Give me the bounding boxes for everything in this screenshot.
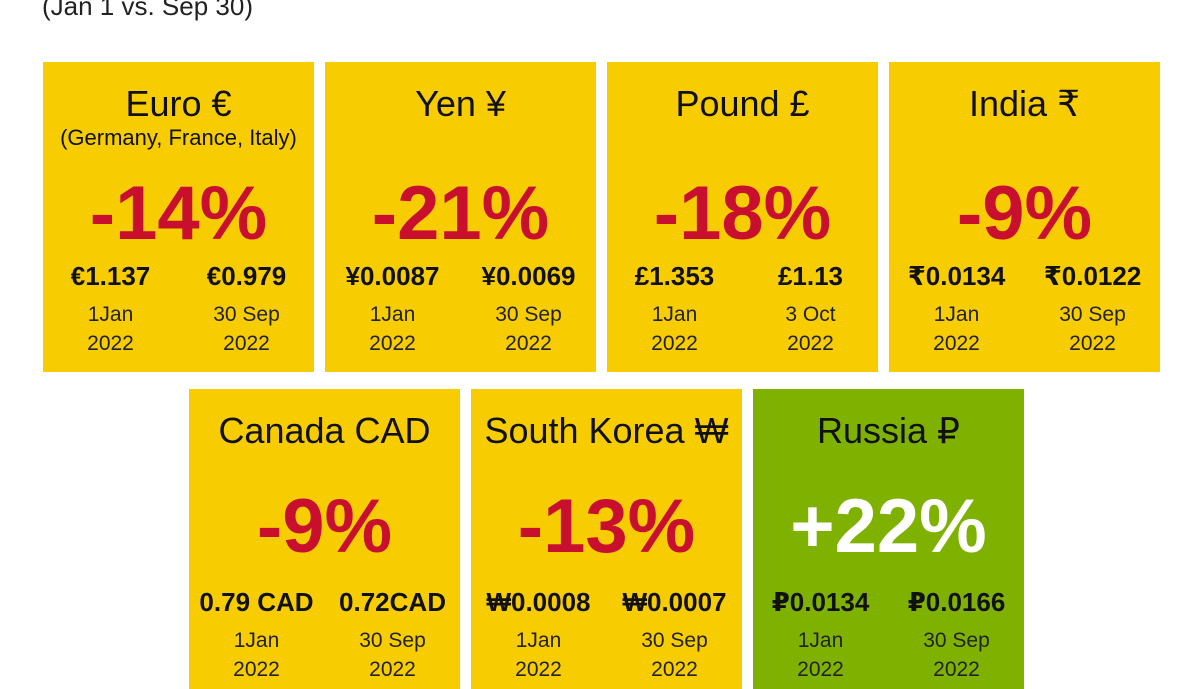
start-date: 1Jan 2022	[651, 303, 698, 355]
start-value: ₩0.0008	[486, 587, 591, 617]
currency-name: Pound £	[675, 83, 810, 124]
start-value: ¥0.0087	[345, 261, 440, 291]
currency-card-pound: Pound £ -18% £1.353 £1.13 1Jan 2022 3 Oct 2022	[607, 62, 878, 372]
change-percent: +22%	[790, 484, 987, 569]
change-percent: -18%	[653, 171, 832, 256]
start-value: €1.137	[70, 261, 151, 291]
change-percent: -9%	[256, 484, 393, 569]
end-date: 3 Oct 2022	[785, 303, 836, 355]
currency-name: South Korea ₩	[484, 410, 729, 451]
currency-card-yen: Yen ¥ -21% ¥0.0087 ¥0.0069 1Jan 2022 30 Sep 202…	[325, 62, 596, 372]
start-date: 1Jan 2022	[87, 303, 134, 355]
change-percent: -13%	[517, 484, 696, 569]
change-percent: -14%	[89, 171, 268, 256]
end-date: 30 Sep 2022	[359, 629, 426, 681]
start-date: 1Jan 2022	[933, 303, 980, 355]
currency-note: (Germany, France, Italy)	[60, 125, 297, 150]
start-date: 1Jan 2022	[515, 629, 562, 681]
currency-name: India ₹	[969, 83, 1080, 124]
currency-card-russia: Russia ₽ +22% ₽0.0134 ₽0.0166 1Jan 2022 30 Sep…	[753, 389, 1024, 689]
start-date: 1Jan 2022	[369, 303, 416, 355]
start-value: ₽0.0134	[771, 587, 870, 617]
chart-subtitle: (Jan 1 vs. Sep 30)	[42, 0, 253, 21]
end-value: 0.72CAD	[339, 587, 446, 617]
start-value: ₹0.0134	[907, 261, 1006, 291]
currency-card-canada: Canada CAD -9% 0.79 CAD 0.72CAD 1Jan 2022 30 S…	[189, 389, 460, 689]
start-value: 0.79 CAD	[199, 587, 314, 617]
currency-name: Russia ₽	[817, 410, 960, 451]
start-value: £1.353	[634, 261, 715, 291]
currency-card-euro: Euro € (Germany, France, Italy) -14% €1.137…	[43, 62, 314, 372]
end-date: 30 Sep 2022	[213, 303, 280, 355]
currency-card-korea: South Korea ₩ -13% ₩0.0008 ₩0.0007 1Jan 2022 3…	[471, 389, 742, 689]
start-date: 1Jan 2022	[797, 629, 844, 681]
end-date: 30 Sep 2022	[495, 303, 562, 355]
end-value: ₹0.0122	[1043, 261, 1142, 291]
end-value: ₽0.0166	[907, 587, 1006, 617]
end-value: ¥0.0069	[481, 261, 576, 291]
currency-name: Euro €	[125, 83, 232, 124]
end-value: €0.979	[206, 261, 287, 291]
change-percent: -9%	[956, 171, 1093, 256]
currency-name: Yen ¥	[415, 83, 506, 124]
end-date: 30 Sep 2022	[1059, 303, 1126, 355]
currency-name: Canada CAD	[218, 410, 431, 451]
currency-card-india: India ₹ -9% ₹0.0134 ₹0.0122 1Jan 2022 30 Sep 20…	[889, 62, 1160, 372]
end-date: 30 Sep 2022	[641, 629, 708, 681]
change-percent: -21%	[371, 171, 550, 256]
start-date: 1Jan 2022	[233, 629, 280, 681]
end-value: £1.13	[777, 261, 844, 291]
end-date: 30 Sep 2022	[923, 629, 990, 681]
end-value: ₩0.0007	[622, 587, 727, 617]
